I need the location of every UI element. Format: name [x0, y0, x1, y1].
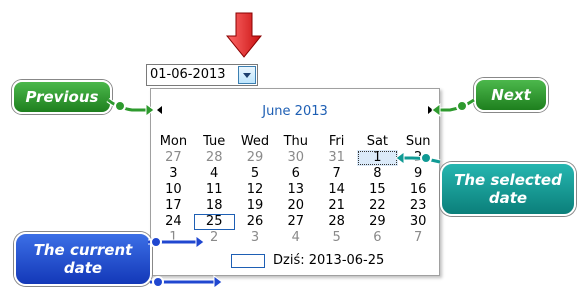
weekday-header: Mon Tue Wed Thu Fri Sat Sun: [153, 134, 439, 150]
weekday-thu: Thu: [283, 134, 308, 149]
day-cell[interactable]: 3: [235, 230, 276, 246]
day-cell[interactable]: 28: [194, 150, 235, 166]
weekday-tue: Tue: [203, 134, 226, 149]
calendar-popup: June 2013 Mon Tue Wed Thu Fri Sat Sun 27…: [150, 88, 440, 276]
previous-connector: [107, 98, 146, 112]
day-cell[interactable]: 13: [275, 182, 316, 198]
next-connector: [440, 98, 475, 112]
day-cell[interactable]: 27: [275, 214, 316, 230]
week-row: 24 25 26 27 28 29 30: [153, 214, 439, 230]
day-cell[interactable]: 7: [316, 166, 357, 182]
callout-next-label: Next: [491, 86, 531, 104]
day-cell[interactable]: 5: [316, 230, 357, 246]
red-down-arrow-icon: [226, 12, 262, 58]
day-cell[interactable]: 21: [316, 198, 357, 214]
weekday-fri: Fri: [328, 134, 345, 149]
previous-connector-dot: [114, 100, 126, 112]
day-cell[interactable]: 2: [194, 230, 235, 246]
day-cell[interactable]: 30: [398, 214, 439, 230]
day-cell[interactable]: 7: [398, 230, 439, 246]
weekday-wed: Wed: [240, 134, 270, 149]
callout-previous: Previous: [12, 80, 112, 114]
callout-current-date: The current date: [14, 232, 152, 286]
week-row: 10 11 12 13 14 15 16: [153, 182, 439, 198]
day-cell[interactable]: 1: [153, 230, 194, 246]
day-cell[interactable]: 3: [153, 166, 194, 182]
day-cell[interactable]: 19: [235, 198, 276, 214]
callout-current-label: The current date: [33, 241, 133, 277]
day-cell[interactable]: 18: [194, 198, 235, 214]
day-cell[interactable]: 20: [275, 198, 316, 214]
calendar-grid: Mon Tue Wed Thu Fri Sat Sun 27 28 29 30 …: [153, 134, 439, 246]
week-row: 27 28 29 30 31 1 2: [153, 150, 439, 166]
next-connector-dot: [456, 100, 468, 112]
day-cell[interactable]: 17: [153, 198, 194, 214]
day-cell[interactable]: 27: [153, 150, 194, 166]
chevron-down-icon: [243, 73, 251, 78]
day-cell[interactable]: 4: [275, 230, 316, 246]
callout-selected-label: The selected date: [454, 171, 562, 207]
day-cell[interactable]: 28: [316, 214, 357, 230]
day-cell[interactable]: 4: [194, 166, 235, 182]
day-cell[interactable]: 30: [275, 150, 316, 166]
today-label: Dziś: 2013-06-25: [273, 253, 385, 268]
day-cell[interactable]: 10: [153, 182, 194, 198]
callout-previous-label: Previous: [25, 88, 99, 106]
day-cell-selected[interactable]: 1: [356, 150, 398, 166]
day-cell[interactable]: 29: [357, 214, 398, 230]
day-cell[interactable]: 14: [316, 182, 357, 198]
day-cell[interactable]: 8: [357, 166, 398, 182]
day-cell[interactable]: 6: [357, 230, 398, 246]
weekday-sun: Sun: [405, 134, 431, 149]
today-footer-arrowhead: [213, 275, 223, 289]
day-cell[interactable]: 15: [357, 182, 398, 198]
callout-selected-date: The selected date: [440, 162, 576, 216]
callout-next: Next: [474, 78, 548, 112]
week-row: 3 4 5 6 7 8 9: [153, 166, 439, 182]
day-cell[interactable]: 24: [153, 214, 194, 230]
day-cell[interactable]: 11: [194, 182, 235, 198]
day-cell[interactable]: 26: [235, 214, 276, 230]
current-connector-dot-2: [152, 276, 164, 288]
week-row: 1 2 3 4 5 6 7: [153, 230, 439, 246]
week-row: 17 18 19 20 21 22 23: [153, 198, 439, 214]
day-cell[interactable]: 6: [275, 166, 316, 182]
day-cell[interactable]: 23: [398, 198, 439, 214]
month-title[interactable]: June 2013: [151, 104, 439, 119]
day-cell[interactable]: 5: [235, 166, 276, 182]
triangle-right-icon[interactable]: [428, 106, 433, 114]
weekday-mon: Mon: [159, 134, 188, 149]
day-cell[interactable]: 29: [235, 150, 276, 166]
day-cell[interactable]: 31: [316, 150, 357, 166]
day-cell-today[interactable]: 25: [193, 214, 235, 230]
date-input[interactable]: 01-06-2013: [146, 64, 258, 86]
date-input-value: 01-06-2013: [150, 67, 226, 82]
day-cell[interactable]: 9: [398, 166, 439, 182]
weekday-sat: Sat: [366, 134, 389, 149]
day-cell[interactable]: 22: [357, 198, 398, 214]
day-cell[interactable]: 16: [398, 182, 439, 198]
today-box: [231, 254, 265, 268]
day-cell[interactable]: 12: [235, 182, 276, 198]
dropdown-button[interactable]: [238, 66, 256, 84]
day-cell[interactable]: 2: [398, 150, 439, 166]
